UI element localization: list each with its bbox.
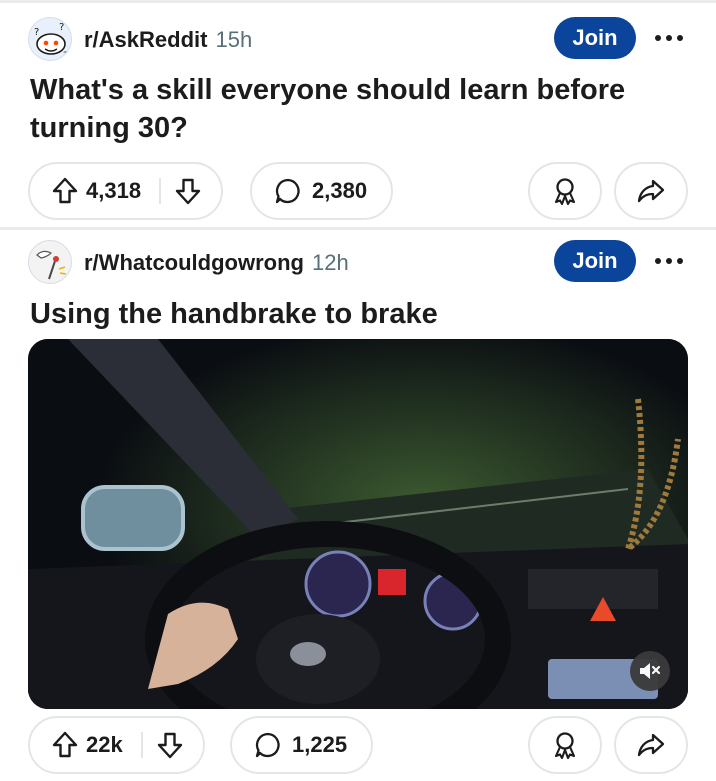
upvote-icon[interactable] (52, 177, 78, 205)
post-header: ? ? ? r/AskReddit 15h Join (28, 17, 688, 61)
join-button[interactable]: Join (554, 17, 636, 59)
top-divider (0, 0, 716, 3)
award-button[interactable] (528, 162, 602, 220)
subreddit-name[interactable]: r/AskReddit (84, 27, 207, 52)
more-options-button[interactable] (652, 242, 686, 280)
video-player[interactable] (28, 339, 688, 709)
action-row: 4,318 2,380 (28, 162, 688, 220)
upvote-count: 22k (86, 732, 123, 757)
share-button[interactable] (614, 162, 688, 220)
vote-pill: 4,318 (28, 162, 224, 220)
mute-icon (640, 663, 661, 679)
more-icon (655, 258, 683, 264)
award-icon (554, 732, 576, 760)
share-button[interactable] (614, 716, 688, 774)
share-icon (637, 179, 665, 203)
downvote-icon[interactable] (175, 177, 201, 205)
comments-button[interactable]: 1,225 (230, 716, 374, 774)
vote-separator (159, 178, 162, 204)
post-age: 12h (311, 250, 349, 275)
comment-count: 1,225 (292, 732, 348, 757)
post-age: 15h (215, 27, 253, 52)
comment-count: 2,380 (312, 178, 368, 203)
post-title[interactable]: What's a skill everyone should learn bef… (30, 71, 690, 147)
subreddit-name[interactable]: r/Whatcouldgowrong (84, 250, 304, 275)
comments-button[interactable]: 2,380 (250, 162, 394, 220)
comment-icon (275, 178, 300, 204)
more-options-button[interactable] (652, 19, 686, 57)
downvote-icon[interactable] (157, 731, 183, 759)
more-icon (655, 35, 683, 41)
award-button[interactable] (528, 716, 602, 774)
post-header: r/Whatcouldgowrong 12h Join (28, 240, 688, 284)
comment-icon (255, 732, 280, 758)
post-title[interactable]: Using the handbrake to brake (30, 295, 690, 333)
vote-separator (140, 732, 143, 758)
video-frame-image (28, 339, 688, 709)
share-icon (637, 733, 665, 757)
whatcouldgowrong-avatar-icon (36, 250, 67, 280)
action-row: 22k 1,225 (28, 716, 688, 774)
svg-text:?: ? (59, 22, 64, 33)
upvote-icon[interactable] (52, 731, 78, 759)
svg-text:?: ? (63, 51, 68, 61)
vote-pill: 22k (28, 716, 205, 774)
post-divider (0, 227, 716, 230)
subreddit-avatar[interactable]: ? ? ? (28, 17, 72, 61)
askreddit-snoo-icon: ? ? ? (34, 22, 68, 61)
mute-button[interactable] (630, 651, 670, 691)
upvote-count: 4,318 (86, 178, 142, 203)
subreddit-avatar[interactable] (28, 240, 72, 284)
award-icon (554, 178, 576, 206)
svg-text:?: ? (34, 27, 39, 38)
join-button[interactable]: Join (554, 240, 636, 282)
